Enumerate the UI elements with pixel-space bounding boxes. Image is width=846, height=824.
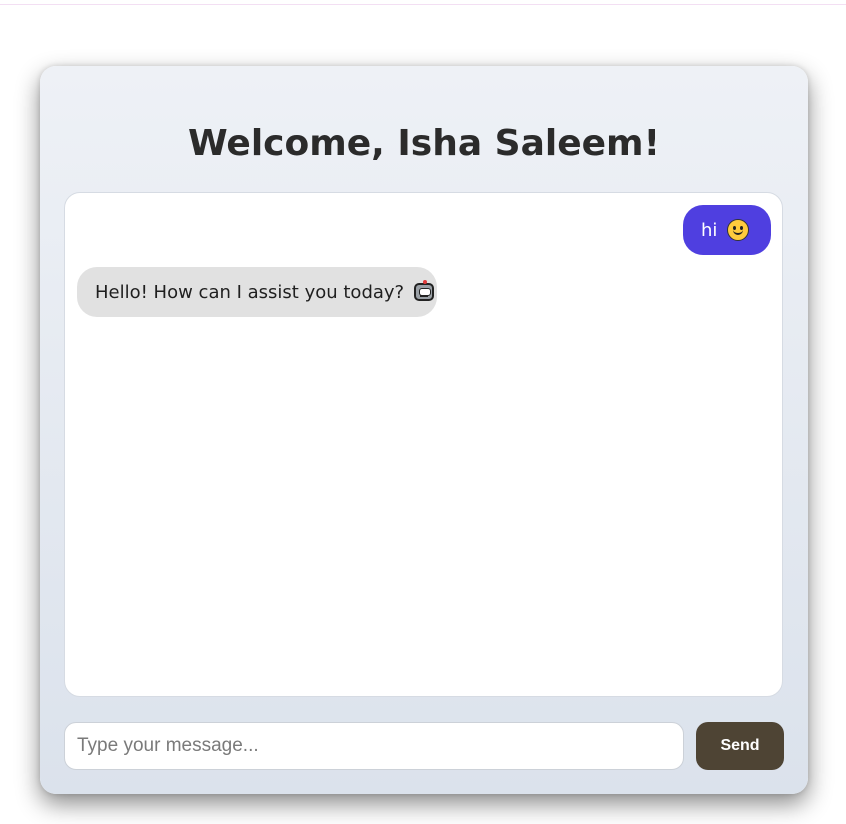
top-divider [0, 4, 846, 5]
bot-message-bubble: Hello! How can I assist you today? [77, 267, 437, 317]
message-composer: Send [64, 722, 784, 770]
smiling-face-icon [727, 219, 750, 241]
page-title: Welcome, Isha Saleem! [188, 123, 660, 164]
send-button[interactable]: Send [696, 722, 784, 770]
chat-messages-panel[interactable]: hi Hello! How can I assist you today? [64, 192, 783, 697]
user-message-bubble: hi [683, 205, 771, 255]
message-input[interactable] [64, 722, 684, 770]
user-message-text: hi [701, 219, 718, 241]
bot-message-text: Hello! How can I assist you today? [95, 281, 405, 303]
chat-card: Welcome, Isha Saleem! hi Hello! How can … [40, 66, 808, 794]
robot-face-icon [414, 280, 436, 303]
